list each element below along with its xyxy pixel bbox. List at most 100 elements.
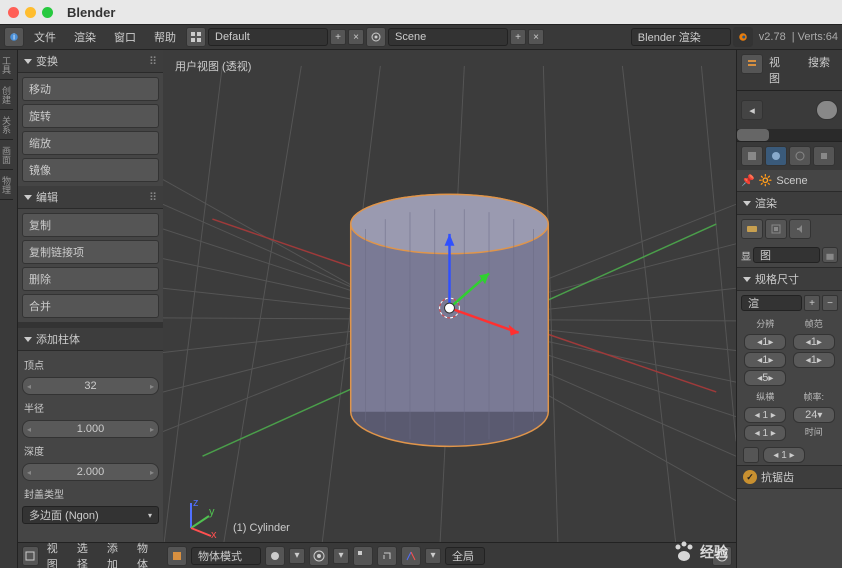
layout-add-button[interactable]: + — [330, 29, 346, 45]
svg-text:x: x — [211, 529, 217, 538]
resolution-label: 分辨 — [756, 317, 774, 330]
layout-remove-button[interactable]: × — [348, 29, 364, 45]
scene-icon[interactable] — [366, 27, 386, 47]
manipulator-toggle[interactable] — [401, 546, 421, 566]
depth-input[interactable]: ◂2.000▸ — [22, 463, 159, 481]
aspect-x-input[interactable]: ◂ 1 ▸ — [744, 407, 786, 423]
render-engine-dropdown[interactable]: Blender 渲染 — [631, 28, 731, 46]
res-pct-input[interactable]: ◂ 5 ▸ — [744, 370, 786, 386]
render-panel-header[interactable]: 渲染 — [737, 191, 842, 215]
scene-dropdown[interactable]: Scene — [388, 28, 508, 46]
panel-add-cylinder-header[interactable]: 添加柱体 — [18, 328, 163, 351]
display-dropdown[interactable]: 图 — [753, 247, 820, 263]
render-anim-button[interactable] — [765, 219, 787, 239]
props-tab-more[interactable] — [813, 146, 835, 166]
horiz-scrollbar[interactable] — [737, 129, 769, 141]
tab-physics[interactable]: 物理 — [0, 170, 13, 200]
menu-render[interactable]: 渲染 — [66, 29, 104, 45]
display-label: 显 — [741, 248, 751, 263]
editor-type-button[interactable]: i — [4, 27, 24, 47]
duplicate-button[interactable]: 复制 — [22, 213, 159, 237]
cap-type-dropdown[interactable]: 多边面 (Ngon)▾ — [22, 506, 159, 524]
menu-file[interactable]: 文件 — [26, 29, 64, 45]
antialias-panel-header[interactable]: ✓ 抗锯齿 — [737, 465, 842, 489]
render-still-button[interactable] — [741, 219, 763, 239]
menu-window[interactable]: 窗口 — [106, 29, 144, 45]
res-y-input[interactable]: ◂ 1 ▸ — [744, 352, 786, 368]
right-view-menu[interactable]: 视图 — [765, 54, 798, 86]
lock-button[interactable] — [822, 247, 838, 263]
props-tab-world[interactable] — [789, 146, 811, 166]
tab-create[interactable]: 创建 — [0, 80, 13, 110]
minimize-window-button[interactable] — [25, 7, 36, 18]
preset-add[interactable]: + — [804, 295, 820, 311]
tab-relations[interactable]: 关系 — [0, 110, 13, 140]
delete-button[interactable]: 删除 — [22, 267, 159, 291]
rotate-button[interactable]: 旋转 — [22, 104, 159, 128]
preset-dropdown[interactable]: 渲 — [741, 295, 802, 311]
outliner-icon[interactable] — [741, 54, 763, 74]
props-tab-scene[interactable] — [765, 146, 787, 166]
time-step-input[interactable]: ◂ 1 ▸ — [763, 447, 805, 463]
menu-help[interactable]: 帮助 — [146, 29, 184, 45]
manip-menu[interactable]: ▾ — [425, 548, 441, 564]
add-menu[interactable]: 添加 — [103, 540, 129, 568]
res-x-input[interactable]: ◂ 1 ▸ — [744, 334, 786, 350]
layout-dropdown[interactable]: Default — [208, 28, 328, 46]
snap-button[interactable] — [377, 546, 397, 566]
aspect-y-input[interactable]: ◂ 1 ▸ — [744, 425, 786, 441]
move-button[interactable]: 移动 — [22, 77, 159, 101]
close-window-button[interactable] — [8, 7, 19, 18]
fps-input[interactable]: 24 ▾ — [793, 407, 835, 423]
preset-remove[interactable]: − — [822, 295, 838, 311]
tool-shelf: 变换⠿ 移动 旋转 缩放 镜像 编辑⠿ 复制 复制链接项 删除 合并 添加柱体 … — [18, 50, 163, 568]
frame-start-input[interactable]: ◂ 1 ▸ — [793, 334, 835, 350]
3d-viewport[interactable]: 用户视图 (透视) (1) Cylinder z y x 物体模式 ▾ ▾ ▾ … — [163, 50, 736, 568]
outliner-scroll[interactable] — [816, 100, 838, 120]
watermark: 经验 — [672, 540, 728, 564]
viewport-editor-type[interactable] — [22, 546, 39, 566]
maximize-window-button[interactable] — [42, 7, 53, 18]
tab-animation[interactable]: 画面 — [0, 140, 13, 170]
right-search[interactable]: 搜索 — [800, 54, 838, 86]
orientation-dropdown[interactable]: 全局 — [445, 547, 485, 565]
tab-tools[interactable]: 工具 — [0, 50, 13, 80]
mode-dropdown[interactable]: 物体模式 — [191, 547, 261, 565]
radius-input[interactable]: ◂1.000▸ — [22, 420, 159, 438]
join-button[interactable]: 合并 — [22, 294, 159, 318]
shading-button[interactable] — [265, 546, 285, 566]
scene-icon-small: 🔆 — [759, 174, 773, 187]
svg-text:i: i — [13, 32, 15, 41]
active-object-name: (1) Cylinder — [233, 522, 290, 534]
select-menu[interactable]: 选择 — [73, 540, 99, 568]
pivot-button[interactable] — [309, 546, 329, 566]
screen-layout-icon[interactable] — [186, 27, 206, 47]
panel-transform-header[interactable]: 变换⠿ — [18, 50, 163, 73]
scene-remove-button[interactable]: × — [528, 29, 544, 45]
dimensions-panel-header[interactable]: 规格尺寸 — [737, 267, 842, 291]
mode-icon[interactable] — [167, 546, 187, 566]
properties-panel: 视图 搜索 ◂ 📌 🔆 Scene 渲染 显 图 — [736, 50, 842, 568]
duplicate-linked-button[interactable]: 复制链接项 — [22, 240, 159, 264]
scale-button[interactable]: 缩放 — [22, 131, 159, 155]
layers-button[interactable] — [353, 546, 373, 566]
frame-end-input[interactable]: ◂ 1 ▸ — [793, 352, 835, 368]
outliner-toggle-1[interactable]: ◂ — [741, 100, 763, 120]
axis-gizmo: z y x — [181, 498, 221, 538]
pin-icon[interactable]: 📌 — [741, 174, 755, 187]
props-tab-render[interactable] — [741, 146, 763, 166]
depth-label: 深度 — [22, 441, 159, 460]
version-label: v2.78 — [759, 31, 786, 43]
view-menu[interactable]: 视图 — [43, 540, 69, 568]
shading-menu[interactable]: ▾ — [289, 548, 305, 564]
render-audio-button[interactable] — [789, 219, 811, 239]
border-checkbox[interactable] — [743, 447, 759, 463]
object-menu[interactable]: 物体 — [133, 540, 159, 568]
panel-edit-header[interactable]: 编辑⠿ — [18, 186, 163, 209]
mirror-button[interactable]: 镜像 — [22, 158, 159, 182]
verts-count: | Verts:64 — [792, 31, 838, 43]
scene-add-button[interactable]: + — [510, 29, 526, 45]
pivot-menu[interactable]: ▾ — [333, 548, 349, 564]
vertices-input[interactable]: ◂32▸ — [22, 377, 159, 395]
radius-label: 半径 — [22, 398, 159, 417]
